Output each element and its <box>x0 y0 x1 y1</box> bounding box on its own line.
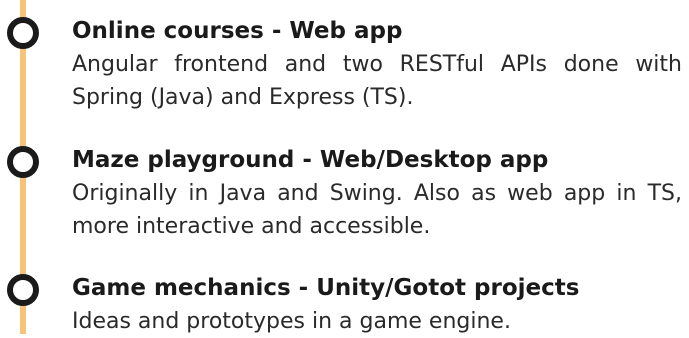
item-title: Maze playground - Web/Desktop app <box>72 147 549 173</box>
circle-ring-icon <box>7 274 39 306</box>
circle-ring-icon <box>7 146 39 178</box>
item-description: Angular frontend and two RESTful APIs do… <box>72 52 682 110</box>
item-description: Originally in Java and Swing. Also as we… <box>72 181 682 239</box>
item-title: Online courses - Web app <box>72 18 403 44</box>
item-description: Ideas and prototypes in a game engine. <box>72 309 511 334</box>
item-title: Game mechanics - Unity/Gotot projects <box>72 275 580 301</box>
circle-ring-icon <box>7 17 39 49</box>
